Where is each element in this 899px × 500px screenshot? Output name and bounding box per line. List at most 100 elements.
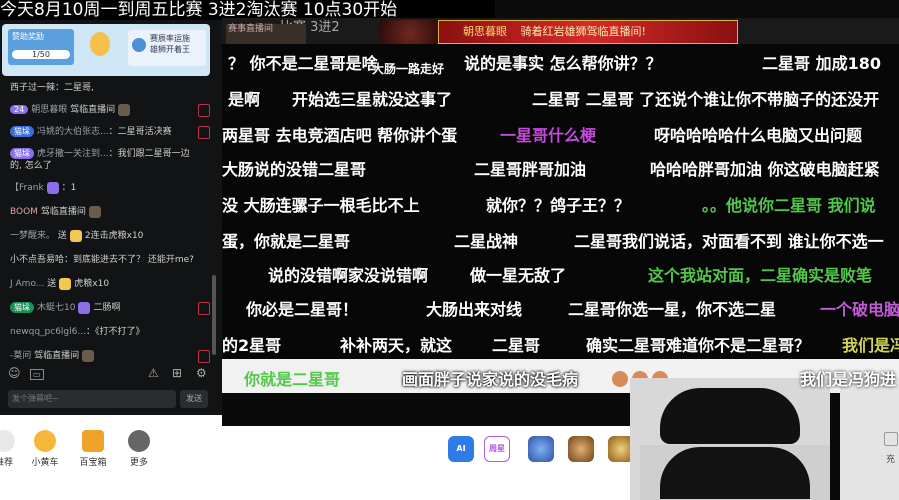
chat-toolbar: ☺ ▭ ⚠ ⊞ ⚙ [0, 362, 222, 386]
rank-icon [198, 126, 210, 139]
mount-icon [118, 103, 131, 116]
rank-icon [198, 104, 210, 117]
chat-message: 【Frank ：1 [10, 181, 77, 194]
nav-recommend[interactable]: 推荐 [0, 430, 22, 468]
danmaku: ？ 你不是二星哥是啥 [228, 54, 378, 73]
recommend-icon [0, 430, 15, 452]
danmaku: 是啊 [228, 90, 261, 109]
gift-icon [59, 277, 72, 290]
danmaku: 补补两天，就这 [340, 336, 453, 355]
chat-user[interactable]: 一梦醒来。 [10, 231, 55, 241]
danmaku: 说的是事实 怎么帮你讲？？ [464, 54, 662, 73]
chat-message: 一梦醒来。 送 2连击虎粮x10 [10, 229, 144, 242]
webcam-pip-2[interactable] [640, 445, 830, 500]
task-title: 赞助奖励 [12, 32, 44, 41]
chat-message: 猫垛 冯姚的大伯张志...：二星哥活决赛 [10, 124, 172, 137]
chat-message-cont: 的, 怎么了 [10, 161, 52, 171]
danmaku: 一个破电脑 [820, 300, 899, 319]
send-button[interactable]: 发送 [180, 390, 208, 408]
danmaku: 二星哥 二星哥 了还说个谁让你不带脑子的还没开 [532, 90, 880, 109]
fan-club-icon[interactable]: ▭ [30, 369, 44, 380]
chat-user[interactable]: BOOM [10, 207, 38, 217]
danmaku: 大肠说的没错二星哥 [222, 160, 367, 179]
chat-user[interactable]: 【Frank [10, 183, 44, 193]
chat-scrollbar[interactable] [212, 275, 216, 355]
chat-panel: 赞助奖励 1/50 赛辰率运施 雄狮开着王 西子过一辣：二星哥, 24 朝思暮眼 … [0, 20, 222, 415]
danmaku: 我们是冯 [842, 336, 899, 355]
fan-badge[interactable]: 猫垛 [10, 126, 34, 137]
danmaku: 做一星无敌了 [470, 266, 567, 285]
task-progress-card[interactable]: 赞助奖励 1/50 [8, 29, 74, 65]
chat-message: newqq_pc6lgl6...：《打不打了》 [10, 327, 145, 337]
task-card: 赞助奖励 1/50 赛辰率运施 雄狮开着王 [2, 24, 210, 76]
weekly-star-icon[interactable]: 周星 [484, 436, 510, 462]
danmaku: 一星哥什么梗 [500, 126, 597, 145]
gift-warrior-icon[interactable] [568, 436, 594, 462]
nav-cart[interactable]: 小黄车 [27, 430, 63, 468]
chat-user[interactable]: 木蜓七10 [37, 303, 75, 313]
danmaku: 蛋，你就是二星哥 [222, 232, 351, 251]
danmaku: 。。他说你二星哥 我们说 [702, 196, 876, 215]
chat-message: 24 朝思暮眼 驾临直播间 [10, 102, 133, 116]
strip-danmaku: 画面胖子说家说的没毛病 [402, 370, 579, 389]
warning-icon[interactable]: ⚠ [148, 366, 159, 380]
chat-user[interactable]: J Amo... [10, 279, 44, 289]
event-card[interactable]: 赛辰率运施 雄狮开着王 [128, 30, 206, 66]
chat-user[interactable]: 朝思暮眼 [31, 105, 67, 115]
level-icon [78, 301, 91, 314]
danmaku: 你必是二星哥！ [246, 300, 359, 319]
top-banner: 今天8月10周一到周五比赛 3进2淘汰赛 10点30开始 [0, 0, 495, 20]
settings-icon[interactable]: ⚙ [196, 366, 207, 380]
entrance-banner-user: 朝思暮眼 [463, 25, 507, 38]
danmaku: 开始选三星就没这事了 [292, 90, 453, 109]
medal-icon[interactable] [90, 32, 110, 56]
entrance-banner-text: 骑着红岩雄狮驾临直播间! [520, 25, 646, 38]
video-player[interactable]: ？ 你不是二星哥是啥 大肠一路走好 说的是事实 怎么帮你讲？？ 二星哥 加成18… [222, 44, 899, 359]
gift-shop-icon[interactable]: ⊞ [172, 366, 182, 380]
fan-badge[interactable]: 猫垛 [10, 302, 34, 313]
fan-badge[interactable]: 24 [10, 105, 29, 114]
live-tag[interactable]: 赛事直播间 [226, 24, 306, 44]
chat-user[interactable]: newqq_pc6lgl6... [10, 327, 86, 337]
chat-user[interactable]: 冯姚的大伯张志... [37, 127, 109, 137]
chat-user[interactable]: -莫问 [10, 351, 31, 361]
mount-icon [88, 205, 101, 218]
danmaku: 哈哈哈胖哥加油 你这破电脑赶紧 [650, 160, 880, 179]
event-icon [132, 38, 146, 52]
webcam-subject [660, 447, 810, 499]
danmaku: 的2星哥 [222, 336, 282, 355]
strip-danmaku-green: 你就是二星哥 [244, 370, 341, 389]
more-grid-icon [128, 430, 150, 452]
danmaku: 说的没错啊家没说错啊 [268, 266, 429, 285]
nav-more[interactable]: 更多 [121, 430, 157, 468]
danmaku: 就你？？鸽子王？？ [486, 196, 631, 215]
chat-message: -莫问 驾临直播间 [10, 348, 97, 362]
danmaku: 二星战神 [454, 232, 519, 251]
chat-message: J Amo... 送虎粮x10 [10, 277, 110, 290]
gift-icon [612, 371, 628, 387]
chat-message: 猫垛 木蜓七10 二肠啊 [10, 300, 120, 314]
event-sub: 雄狮开着王 [150, 45, 190, 54]
danmaku: 没 大肠连骡子一根毛比不上 [222, 196, 420, 215]
cart-icon [34, 430, 56, 452]
danmaku: 两星哥 去电竞酒店吧 帮你讲个蛋 [222, 126, 458, 145]
danmaku: 二星哥你选一星，你不选二星 [568, 300, 777, 319]
event-title: 赛辰率运施 [150, 34, 190, 43]
gift-crystal-icon[interactable] [528, 436, 554, 462]
emoji-icon[interactable]: ☺ [8, 366, 21, 380]
danmaku: 这个我站对面，二星确实是败笔 [648, 266, 873, 285]
collapse-icon[interactable] [884, 432, 898, 446]
chat-message: BOOM 驾临直播间 [10, 204, 104, 218]
nav-treasure[interactable]: 百宝箱 [75, 430, 111, 468]
danmaku: 确实二星哥难道你不是二星哥？ [586, 336, 811, 355]
danmaku: 大肠一路走好 [372, 62, 445, 76]
level-icon [46, 181, 59, 194]
ai-icon[interactable]: AI [448, 436, 474, 462]
recharge-label[interactable]: 充 [886, 452, 895, 465]
chat-input[interactable]: 发个弹幕吧~ [8, 390, 176, 408]
chat-message: 西子过一辣：二星哥, [10, 83, 94, 93]
mount-icon [82, 349, 95, 362]
webcam-subject [660, 388, 800, 444]
task-progress: 1/50 [12, 50, 70, 59]
danmaku: 二星哥 加成180 [762, 54, 881, 73]
